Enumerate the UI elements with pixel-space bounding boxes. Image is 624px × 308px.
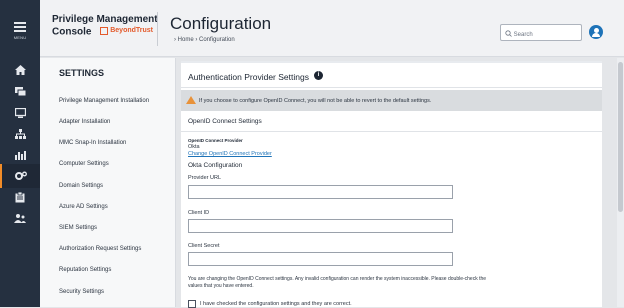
warning-icon xyxy=(186,96,196,104)
brand-line1: Privilege Management xyxy=(52,14,158,25)
left-nav: MENU xyxy=(0,0,40,307)
section-title: OpenID Connect Settings xyxy=(188,118,262,125)
page-title: Configuration xyxy=(170,14,272,33)
info-icon[interactable]: i xyxy=(314,71,323,80)
panel-header: Authentication Provider Settings i xyxy=(181,63,602,88)
top-header: Privilege Management Console BeyondTrust… xyxy=(40,0,624,57)
settings-item-domain-settings[interactable]: Domain Settings xyxy=(59,183,103,189)
client-id-label: Client ID xyxy=(188,210,210,216)
client-secret-field[interactable] xyxy=(188,252,453,266)
client-secret-label: Client Secret xyxy=(188,243,220,249)
warning-note: You are changing the OpenID Connect sett… xyxy=(188,276,487,289)
logo-mark-icon xyxy=(100,26,109,35)
settings-item-reputation-settings[interactable]: Reputation Settings xyxy=(59,267,111,273)
menu-label: MENU xyxy=(13,35,27,40)
breadcrumb[interactable]: › Home › Configuration xyxy=(174,37,235,43)
settings-item-authorization-request-settings[interactable]: Authorization Request Settings xyxy=(59,246,141,252)
settings-item-security-settings[interactable]: Security Settings xyxy=(59,289,104,295)
panel-title: Authentication Provider Settings xyxy=(188,72,309,82)
settings-item-mmc-snap-in-installation[interactable]: MMC Snap-In Installation xyxy=(59,140,126,146)
user-avatar-icon[interactable] xyxy=(589,25,603,39)
client-id-field[interactable] xyxy=(188,219,453,233)
warning-banner: If you choose to configure OpenID Connec… xyxy=(181,90,602,111)
provider-label: OpenID Connect Provider xyxy=(188,138,243,143)
change-provider-link[interactable]: Change OpenID Connect Provider xyxy=(188,151,272,157)
confirm-checkbox-label[interactable]: I have checked the configuration setting… xyxy=(200,301,352,307)
section-divider xyxy=(181,131,602,132)
settings-item-siem-settings[interactable]: SIEM Settings xyxy=(59,225,97,231)
settings-item-adapter-installation[interactable]: Adapter Installation xyxy=(59,119,110,125)
settings-item-privilege-management-installation[interactable]: Privilege Management Installation xyxy=(59,98,149,104)
home-icon[interactable] xyxy=(0,58,40,82)
brand-line2: Console xyxy=(52,26,92,38)
settings-sidebar: SETTINGS Privilege Management Installati… xyxy=(40,58,176,307)
provider-value: Okta xyxy=(188,144,200,150)
beyondtrust-logo: BeyondTrust xyxy=(100,25,153,36)
provider-url-label: Provider URL xyxy=(188,175,222,181)
settings-item-computer-settings[interactable]: Computer Settings xyxy=(59,161,109,167)
page-scrollbar[interactable] xyxy=(617,58,624,307)
product-brand: Privilege Management Console BeyondTrust xyxy=(52,14,158,38)
warning-text: If you choose to configure OpenID Connec… xyxy=(199,98,432,104)
menu-icon[interactable] xyxy=(14,22,26,34)
search-input[interactable]: Search xyxy=(500,24,582,41)
settings-item-azure-ad-settings[interactable]: Azure AD Settings xyxy=(59,204,108,210)
search-placeholder: Search xyxy=(513,32,533,38)
authentication-provider-panel: Authentication Provider Settings i If yo… xyxy=(181,61,602,308)
okta-configuration-heading: Okta Configuration xyxy=(188,162,243,169)
settings-heading: SETTINGS xyxy=(59,68,105,78)
logo-text: BeyondTrust xyxy=(110,27,154,34)
users-icon[interactable] xyxy=(0,206,40,230)
header-divider xyxy=(157,12,158,46)
scrollbar-thumb[interactable] xyxy=(618,62,623,212)
provider-url-field[interactable] xyxy=(188,185,453,199)
search-icon xyxy=(505,30,512,37)
